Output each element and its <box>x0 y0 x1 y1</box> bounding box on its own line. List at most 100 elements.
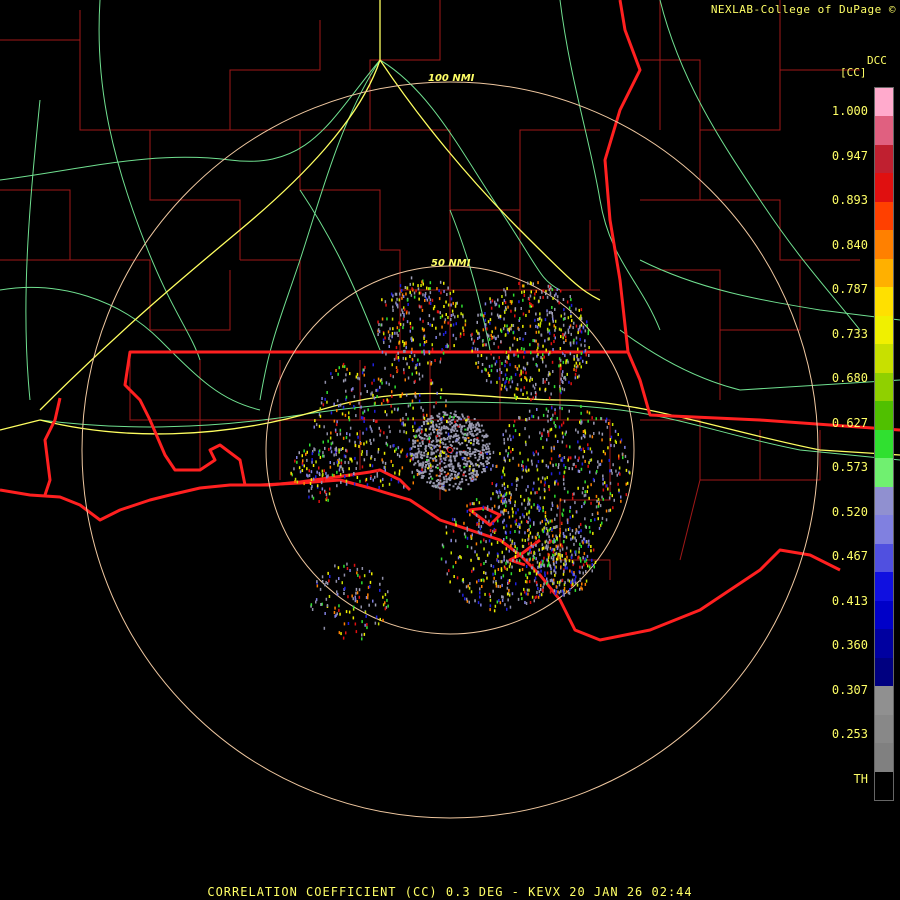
radar-return-pixel <box>454 315 456 319</box>
radar-return-pixel <box>575 307 577 311</box>
radar-return-pixel <box>423 337 425 340</box>
radar-return-pixel <box>466 428 469 431</box>
radar-return-pixel <box>318 449 321 453</box>
radar-return-pixel <box>597 465 599 469</box>
radar-return-pixel <box>580 356 582 360</box>
radar-return-pixel <box>423 343 425 347</box>
radar-return-pixel <box>553 581 555 585</box>
color-scale-segment <box>875 88 893 117</box>
radar-return-pixel <box>433 405 435 409</box>
radar-return-pixel <box>385 381 388 385</box>
radar-return-pixel <box>522 337 524 341</box>
radar-return-pixel <box>550 548 553 552</box>
radar-return-pixel <box>541 357 544 361</box>
radar-return-pixel <box>569 295 571 298</box>
radar-return-pixel <box>575 324 578 328</box>
radar-return-pixel <box>449 412 452 415</box>
radar-return-pixel <box>580 535 582 538</box>
radar-return-pixel <box>528 309 530 313</box>
radar-return-pixel <box>417 445 420 447</box>
radar-return-pixel <box>410 276 413 280</box>
radar-return-pixel <box>476 523 478 526</box>
radar-return-pixel <box>461 442 464 445</box>
radar-return-pixel <box>575 365 578 369</box>
radar-return-pixel <box>337 566 340 570</box>
radar-return-pixel <box>490 533 492 537</box>
radar-return-pixel <box>618 454 620 458</box>
radar-return-pixel <box>392 327 394 331</box>
radar-return-pixel <box>516 338 519 342</box>
radar-return-pixel <box>334 428 337 432</box>
radar-return-pixel <box>429 323 431 327</box>
radar-return-pixel <box>557 555 559 559</box>
radar-return-pixel <box>602 497 604 501</box>
radar-return-pixel <box>510 450 512 454</box>
radar-return-pixel <box>592 531 594 535</box>
radar-return-pixel <box>439 479 442 482</box>
radar-return-pixel <box>468 447 471 450</box>
radar-return-pixel <box>393 407 396 411</box>
radar-return-pixel <box>552 370 554 373</box>
radar-return-pixel <box>497 334 499 338</box>
radar-return-pixel <box>518 364 520 368</box>
radar-return-pixel <box>529 302 531 305</box>
radar-return-pixel <box>333 419 336 423</box>
radar-return-pixel <box>409 355 411 358</box>
radar-return-pixel <box>486 327 488 331</box>
radar-return-pixel <box>509 605 512 609</box>
radar-return-pixel <box>566 372 568 376</box>
radar-return-pixel <box>506 328 509 332</box>
radar-return-pixel <box>471 349 473 353</box>
radar-return-pixel <box>450 551 452 555</box>
radar-return-pixel <box>533 503 535 507</box>
radar-return-pixel <box>476 320 478 324</box>
radar-return-pixel <box>436 432 439 435</box>
radar-return-pixel <box>577 531 580 535</box>
radar-return-pixel <box>548 322 551 326</box>
radar-return-pixel <box>503 473 506 477</box>
radar-return-pixel <box>584 435 586 439</box>
radar-return-pixel <box>490 312 493 316</box>
radar-return-pixel <box>549 372 551 376</box>
radar-return-pixel <box>417 451 420 454</box>
radar-return-pixel <box>445 453 448 456</box>
radar-return-pixel <box>515 487 517 491</box>
radar-return-pixel <box>436 414 439 417</box>
radar-return-pixel <box>438 289 440 293</box>
radar-return-pixel <box>422 463 424 467</box>
radar-return-pixel <box>537 281 539 285</box>
radar-return-pixel <box>435 401 437 405</box>
radar-return-pixel <box>496 313 499 317</box>
radar-return-pixel <box>584 429 586 433</box>
radar-return-pixel <box>546 309 548 313</box>
radar-return-pixel <box>393 444 395 447</box>
radar-return-pixel <box>442 442 444 445</box>
radar-return-pixel <box>562 508 565 512</box>
radar-return-pixel <box>342 447 344 450</box>
radar-return-pixel <box>586 490 588 494</box>
radar-return-pixel <box>545 292 547 296</box>
radar-return-pixel <box>490 306 493 310</box>
radar-return-pixel <box>521 467 524 471</box>
radar-return-pixel <box>551 579 554 583</box>
radar-return-pixel <box>524 376 526 379</box>
radar-return-pixel <box>479 591 481 595</box>
radar-return-pixel <box>585 353 587 357</box>
radar-return-pixel <box>342 436 345 440</box>
radar-return-pixel <box>382 399 385 402</box>
radar-return-pixel <box>558 364 560 368</box>
radar-return-pixel <box>316 470 318 474</box>
radar-return-pixel <box>489 608 491 612</box>
radar-return-pixel <box>538 590 541 594</box>
radar-return-pixel <box>414 421 416 425</box>
radar-return-pixel <box>529 294 532 298</box>
radar-return-pixel <box>461 478 464 481</box>
radar-return-pixel <box>542 295 544 299</box>
radar-return-pixel <box>573 338 575 342</box>
radar-return-pixel <box>366 390 368 393</box>
radar-return-pixel <box>500 510 502 514</box>
radar-return-pixel <box>403 430 405 434</box>
radar-return-pixel <box>412 406 414 410</box>
radar-return-pixel <box>483 562 485 565</box>
radar-return-pixel <box>511 482 513 486</box>
